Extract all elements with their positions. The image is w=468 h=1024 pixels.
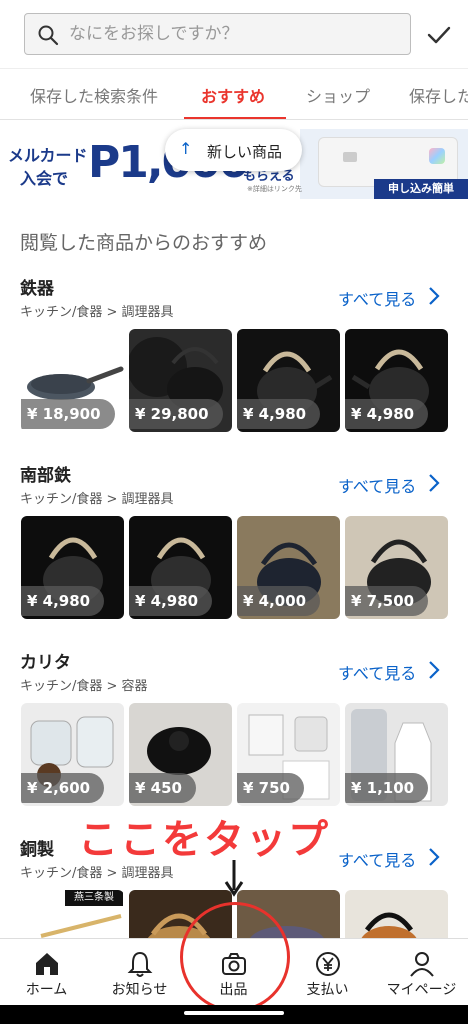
product-thumbnail[interactable]: ¥ 450 [129, 703, 232, 806]
nav-notifications[interactable]: お知らせ [93, 939, 186, 1009]
nav-mypage[interactable]: マイページ [375, 939, 468, 1009]
price-label: ¥ 4,980 [237, 399, 321, 429]
product-thumbnail[interactable]: ¥ 4,980 [345, 329, 448, 432]
nav-notifications-label: お知らせ [111, 982, 168, 998]
product-thumbnail[interactable]: ¥ 4,980 [129, 516, 232, 619]
arrow-up-icon: ↑ [179, 139, 193, 158]
recommend-group-nanbutetsu: 南部鉄 キッチン/食器 > 調理器具 すべて見る ¥ 4,980 ¥ 4,980 [0, 461, 468, 661]
price-label: ¥ 750 [237, 773, 304, 803]
group-category: キッチン/食器 > 調理器具 [20, 492, 174, 507]
product-thumbnail[interactable]: ¥ 7,500 [345, 516, 448, 619]
top-bar [0, 0, 468, 68]
price-label: ¥ 4,980 [21, 586, 105, 616]
price-label: ¥ 18,900 [21, 399, 115, 429]
product-thumbnail[interactable]: ¥ 750 [237, 703, 340, 806]
banner-line2: 入会で [20, 169, 69, 188]
tab-bar: 保存した検索条件 おすすめ ショップ 保存した [0, 68, 468, 120]
thumbnail-row: ¥ 4,980 ¥ 4,980 ¥ 4,000 ¥ 7,500 [21, 516, 461, 619]
price-label: ¥ 2,600 [21, 773, 105, 803]
new-items-label: 新しい商品 [207, 143, 283, 161]
chevron-right-icon[interactable] [426, 471, 442, 495]
home-icon [36, 953, 58, 975]
active-tab-indicator [184, 117, 286, 119]
tutorial-highlight-circle [180, 902, 290, 1012]
chevron-right-icon[interactable] [426, 658, 442, 682]
banner-note: ※詳細はリンク先 [247, 185, 302, 193]
see-all-link[interactable]: すべて見る [338, 660, 416, 684]
tab-saved-searches[interactable]: 保存した検索条件 [30, 83, 158, 107]
thumbnail-row: ¥ 18,900 ¥ 29,800 ¥ 4,980 ¥ 4,980 [21, 329, 461, 432]
app-screen: 保存した検索条件 おすすめ ショップ 保存した メルカード 入会で P1,000… [0, 0, 468, 1024]
search-icon [38, 25, 59, 46]
group-category: キッチン/食器 > 調理器具 [20, 305, 174, 320]
group-category: キッチン/食器 > 容器 [20, 679, 148, 694]
search-bar[interactable] [24, 13, 411, 55]
product-thumbnail[interactable]: ¥ 18,900 [21, 329, 124, 432]
see-all-link[interactable]: すべて見る [338, 847, 416, 871]
chevron-right-icon[interactable] [426, 284, 442, 308]
new-items-button[interactable]: ↑ 新しい商品 [165, 129, 302, 171]
nav-home-label: ホーム [25, 982, 68, 998]
banner-apply-label: 申し込み簡単 [374, 179, 468, 199]
system-gesture-bar [0, 1005, 468, 1024]
see-all-link[interactable]: すべて見る [338, 473, 416, 497]
nav-payment[interactable]: 支払い [281, 939, 374, 1009]
arrow-down-icon [224, 860, 244, 897]
search-input[interactable] [69, 20, 399, 48]
thumb-badge: 燕三条製 [65, 890, 123, 906]
group-title: 鉄器 [20, 279, 54, 299]
check-icon[interactable] [424, 20, 454, 50]
group-title: 南部鉄 [20, 466, 71, 486]
price-label: ¥ 4,980 [129, 586, 213, 616]
price-label: ¥ 7,500 [345, 586, 429, 616]
product-thumbnail[interactable]: ¥ 4,980 [21, 516, 124, 619]
thumbnail-row: ¥ 2,600 ¥ 450 ¥ 750 ¥ 1,100 [21, 703, 461, 806]
nav-mypage-label: マイページ [386, 982, 457, 998]
tab-saved-more[interactable]: 保存した [409, 83, 468, 107]
tutorial-annotation: ここをタップ [78, 817, 330, 863]
tab-shops[interactable]: ショップ [306, 83, 370, 107]
see-all-link[interactable]: すべて見る [338, 286, 416, 310]
group-title: カリタ [20, 653, 71, 673]
section-title: 閲覧した商品からのおすすめ [20, 232, 268, 254]
tab-recommended[interactable]: おすすめ [201, 83, 265, 107]
product-thumbnail[interactable]: ¥ 4,000 [237, 516, 340, 619]
yen-icon [316, 952, 340, 976]
price-label: ¥ 4,980 [345, 399, 429, 429]
nav-home[interactable]: ホーム [0, 939, 93, 1009]
chevron-right-icon[interactable] [426, 845, 442, 869]
person-icon [410, 952, 434, 977]
price-label: ¥ 4,000 [237, 586, 321, 616]
home-indicator[interactable] [184, 1011, 284, 1015]
price-label: ¥ 450 [129, 773, 196, 803]
product-thumbnail[interactable]: ¥ 2,600 [21, 703, 124, 806]
product-thumbnail[interactable]: ¥ 1,100 [345, 703, 448, 806]
group-title: 銅製 [20, 840, 54, 860]
banner-line1: メルカード [8, 146, 88, 165]
product-thumbnail[interactable]: ¥ 29,800 [129, 329, 232, 432]
recommend-group-tekki: 鉄器 キッチン/食器 > 調理器具 すべて見る ¥ 18,900 ¥ 29,80… [0, 274, 468, 474]
price-label: ¥ 29,800 [129, 399, 223, 429]
bell-icon [127, 951, 153, 977]
price-label: ¥ 1,100 [345, 773, 429, 803]
product-thumbnail[interactable]: ¥ 4,980 [237, 329, 340, 432]
nav-payment-label: 支払い [306, 982, 349, 998]
